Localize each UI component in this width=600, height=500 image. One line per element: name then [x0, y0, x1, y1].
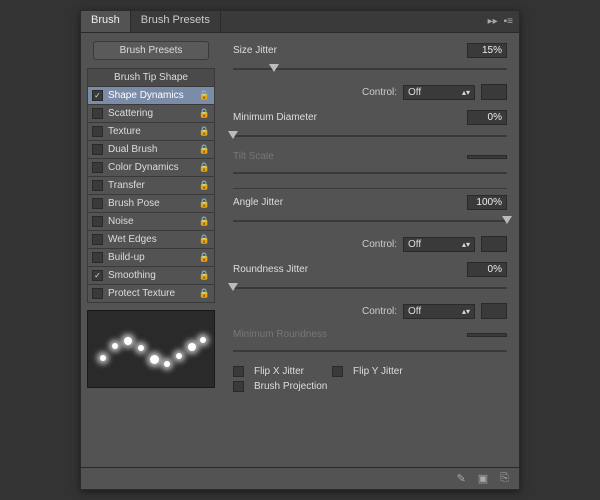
min-diameter-slider[interactable] — [233, 129, 507, 143]
size-jitter-slider[interactable] — [233, 62, 507, 76]
sidebar-item-label: Transfer — [108, 180, 145, 191]
lock-icon[interactable]: 🔒 — [199, 90, 210, 101]
control-label-2: Control: — [362, 239, 397, 250]
sidebar-item-label: Protect Texture — [108, 288, 175, 299]
warning-box-2 — [481, 236, 507, 252]
lock-icon[interactable]: 🔒 — [199, 126, 210, 137]
control-label-3: Control: — [362, 306, 397, 317]
sidebar-item-label: Shape Dynamics — [108, 90, 184, 101]
size-jitter-label: Size Jitter — [233, 45, 467, 56]
lock-icon[interactable]: 🔒 — [199, 180, 210, 191]
roundness-jitter-value[interactable]: 0% — [467, 262, 507, 277]
tilt-scale-value — [467, 155, 507, 159]
lock-icon[interactable]: 🔒 — [199, 288, 210, 299]
roundness-jitter-slider[interactable] — [233, 281, 507, 295]
checkbox-icon — [92, 234, 103, 245]
settings-content: Size Jitter 15% Control: Off▴▾ Minimum D… — [221, 33, 519, 467]
checkbox-icon — [92, 180, 103, 191]
checkbox-icon — [92, 126, 103, 137]
sidebar-item-tip-shape[interactable]: Brush Tip Shape — [87, 68, 215, 87]
tab-brush-presets[interactable]: Brush Presets — [131, 11, 221, 32]
checkbox-icon: ✓ — [92, 90, 103, 101]
lock-icon[interactable]: 🔒 — [199, 216, 210, 227]
checkbox-icon — [332, 366, 343, 377]
tilt-scale-label: Tilt Scale — [233, 151, 467, 162]
sidebar-item-scattering[interactable]: Scattering 🔒 — [87, 104, 215, 123]
sidebar-item-color-dynamics[interactable]: Color Dynamics 🔒 — [87, 158, 215, 177]
lock-icon[interactable]: 🔒 — [199, 108, 210, 119]
angle-jitter-slider[interactable] — [233, 214, 507, 228]
control-label: Control: — [362, 87, 397, 98]
chevron-updown-icon: ▴▾ — [462, 240, 470, 249]
sidebar-item-dual-brush[interactable]: Dual Brush 🔒 — [87, 140, 215, 159]
brush-preview — [87, 310, 215, 388]
warning-box-3 — [481, 303, 507, 319]
collapse-icon[interactable]: ▸▸ — [488, 16, 498, 27]
chevron-updown-icon: ▴▾ — [462, 307, 470, 316]
min-diameter-value[interactable]: 0% — [467, 110, 507, 125]
sidebar-item-label: Dual Brush — [108, 144, 157, 155]
sidebar: Brush Presets Brush Tip Shape ✓ Shape Dyn… — [81, 33, 221, 467]
sidebar-item-brush-pose[interactable]: Brush Pose 🔒 — [87, 194, 215, 213]
sidebar-item-wet-edges[interactable]: Wet Edges 🔒 — [87, 230, 215, 249]
size-control-select[interactable]: Off▴▾ — [403, 85, 475, 100]
angle-jitter-label: Angle Jitter — [233, 197, 467, 208]
menu-icon[interactable]: ▪≡ — [504, 16, 513, 27]
checkbox-icon — [92, 288, 103, 299]
sidebar-item-shape-dynamics[interactable]: ✓ Shape Dynamics 🔒 — [87, 86, 215, 105]
sidebar-item-label: Smoothing — [108, 270, 156, 281]
checkbox-icon — [92, 216, 103, 227]
lock-icon[interactable]: 🔒 — [199, 234, 210, 245]
brush-panel: Brush Brush Presets ▸▸ ▪≡ Brush Presets … — [80, 10, 520, 490]
brush-presets-button[interactable]: Brush Presets — [93, 41, 209, 60]
sidebar-item-protect-texture[interactable]: Protect Texture 🔒 — [87, 284, 215, 303]
new-preset-icon[interactable]: ▣ — [478, 472, 488, 485]
tab-bar: Brush Brush Presets ▸▸ ▪≡ — [81, 11, 519, 33]
sidebar-item-label: Brush Pose — [108, 198, 160, 209]
checkbox-icon — [92, 162, 103, 173]
min-roundness-label: Minimum Roundness — [233, 329, 467, 340]
sidebar-item-build-up[interactable]: Build-up 🔒 — [87, 248, 215, 267]
angle-jitter-value[interactable]: 100% — [467, 195, 507, 210]
size-jitter-value[interactable]: 15% — [467, 43, 507, 58]
checkbox-icon — [92, 144, 103, 155]
sidebar-item-label: Wet Edges — [108, 234, 157, 245]
toggle-brush-icon[interactable]: ✎ — [457, 472, 466, 485]
checkbox-icon — [92, 108, 103, 119]
sidebar-item-label: Texture — [108, 126, 141, 137]
checkbox-icon — [233, 381, 244, 392]
sidebar-item-label: Scattering — [108, 108, 153, 119]
min-diameter-label: Minimum Diameter — [233, 112, 467, 123]
sidebar-item-label: Build-up — [108, 252, 145, 263]
lock-icon[interactable]: 🔒 — [199, 198, 210, 209]
checkbox-icon — [233, 366, 244, 377]
min-roundness-slider — [233, 344, 507, 358]
tilt-scale-slider — [233, 166, 507, 180]
sidebar-item-transfer[interactable]: Transfer 🔒 — [87, 176, 215, 195]
panel-footer: ✎ ▣ ⎘ — [81, 467, 519, 489]
flip-x-jitter[interactable]: Flip X Jitter — [233, 366, 304, 377]
lock-icon[interactable]: 🔒 — [199, 252, 210, 263]
tab-brush[interactable]: Brush — [81, 11, 131, 32]
brush-projection[interactable]: Brush Projection — [233, 381, 507, 392]
chevron-updown-icon: ▴▾ — [462, 88, 470, 97]
min-roundness-value — [467, 333, 507, 337]
flip-y-jitter[interactable]: Flip Y Jitter — [332, 366, 403, 377]
angle-control-select[interactable]: Off▴▾ — [403, 237, 475, 252]
sidebar-item-smoothing[interactable]: ✓ Smoothing 🔒 — [87, 266, 215, 285]
sidebar-item-noise[interactable]: Noise 🔒 — [87, 212, 215, 231]
roundness-control-select[interactable]: Off▴▾ — [403, 304, 475, 319]
sidebar-item-label: Noise — [108, 216, 134, 227]
sidebar-item-texture[interactable]: Texture 🔒 — [87, 122, 215, 141]
sidebar-item-label: Color Dynamics — [108, 162, 179, 173]
roundness-jitter-label: Roundness Jitter — [233, 264, 467, 275]
lock-icon[interactable]: 🔒 — [199, 162, 210, 173]
lock-icon[interactable]: 🔒 — [199, 270, 210, 281]
lock-icon[interactable]: 🔒 — [199, 144, 210, 155]
warning-box — [481, 84, 507, 100]
checkbox-icon: ✓ — [92, 270, 103, 281]
checkbox-icon — [92, 198, 103, 209]
checkbox-icon — [92, 252, 103, 263]
page-icon[interactable]: ⎘ — [500, 472, 509, 485]
